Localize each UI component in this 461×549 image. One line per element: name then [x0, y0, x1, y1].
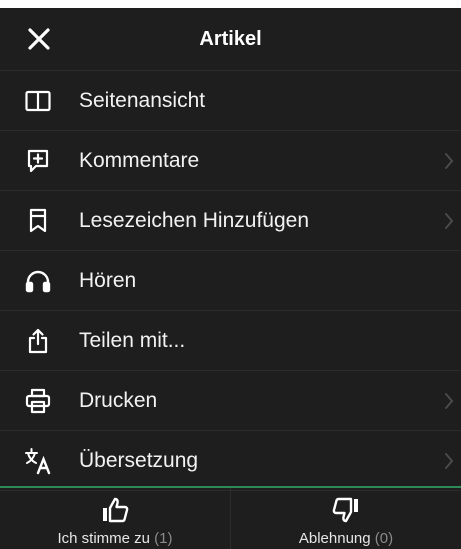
thumbs-down-icon [332, 497, 358, 523]
chevron-right-icon [445, 452, 454, 469]
menu-item-label: Übersetzung [79, 448, 199, 472]
print-icon [22, 385, 54, 417]
agree-label: Ich stimme zu (1) [57, 530, 173, 547]
menu-item-label: Hören [79, 268, 137, 292]
menu-item-label: Kommentare [79, 148, 200, 172]
menu-item-label: Seitenansicht [79, 88, 206, 112]
menu-item-label: Teilen mit... [79, 328, 186, 352]
sheet-title: Artikel [199, 28, 262, 50]
menu-item-teilen[interactable]: Teilen mit... [0, 311, 461, 371]
chevron-right-icon [445, 152, 454, 169]
translate-icon [22, 445, 54, 477]
thumbs-up-icon [103, 497, 129, 523]
menu-item-label: Drucken [79, 388, 158, 412]
agree-button[interactable]: Ich stimme zu (1) [0, 488, 230, 549]
menu-item-hoeren[interactable]: Hören [0, 251, 461, 311]
reject-label: Ablehnung (0) [298, 530, 394, 547]
reject-count: (0) [374, 530, 394, 547]
comment-add-icon [22, 145, 54, 177]
reject-button[interactable]: Ablehnung (0) [230, 488, 461, 549]
agree-count: (1) [154, 530, 173, 547]
sheet-header: Artikel [0, 8, 461, 71]
menu-item-kommentare[interactable]: Kommentare [0, 131, 461, 191]
menu-item-lesezeichen[interactable]: Lesezeichen Hinzufügen [0, 191, 461, 251]
split-view-icon [22, 85, 54, 117]
menu-item-drucken[interactable]: Drucken [0, 371, 461, 431]
top-edge [0, 0, 461, 8]
article-action-sheet: Artikel Seitenansicht Kommentare Lesezei… [0, 8, 461, 549]
feedback-bar: Ich stimme zu (1) Ablehnung (0) [0, 486, 461, 549]
menu-item-uebersetzung[interactable]: Übersetzung [0, 431, 461, 491]
chevron-right-icon [445, 212, 454, 229]
headphones-icon [22, 265, 54, 297]
share-icon [22, 325, 54, 357]
chevron-right-icon [445, 392, 454, 409]
menu-item-label: Lesezeichen Hinzufügen [79, 208, 309, 232]
bookmark-icon [22, 205, 54, 237]
menu-item-seitenansicht[interactable]: Seitenansicht [0, 71, 461, 131]
